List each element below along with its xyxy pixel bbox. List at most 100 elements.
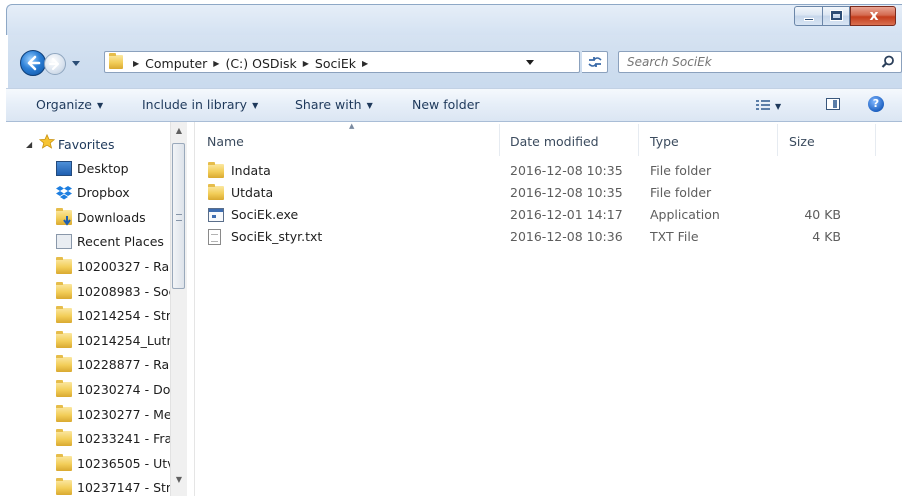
close-icon: x [869, 8, 879, 24]
search-input[interactable] [627, 53, 867, 71]
column-header-size[interactable]: Size [789, 134, 815, 149]
column-divider[interactable] [638, 124, 639, 156]
file-type: File folder [650, 163, 712, 178]
nav-item-folder[interactable]: 10214254_Lutr [6, 329, 176, 354]
column-header-type[interactable]: Type [650, 134, 679, 149]
file-type: Application [650, 207, 720, 222]
nav-item-label: Desktop [77, 160, 129, 176]
column-header-date-modified[interactable]: Date modified [510, 134, 599, 149]
nav-item-folder[interactable]: 10230277 - Me [6, 403, 176, 428]
scroll-down-arrow-icon[interactable]: ▼ [171, 471, 187, 488]
nav-item-label: 10228877 - Rapport [77, 357, 175, 373]
file-row[interactable]: SociEk.exe 2016-12-01 14:17 Application … [195, 204, 902, 226]
minimize-button[interactable] [794, 6, 822, 26]
nav-pane-scrollbar[interactable]: ▲ ▼ [170, 122, 187, 496]
organize-button[interactable]: Organize ▼ [36, 97, 103, 112]
details-view-icon [756, 100, 770, 110]
address-history-dropdown-icon[interactable] [525, 57, 535, 67]
expand-triangle-icon[interactable]: ◢ [26, 140, 32, 149]
share-with-label: Share with [295, 97, 362, 112]
maximize-icon [830, 10, 843, 21]
file-row[interactable]: SociEk_styr.txt 2016-12-08 10:36 TXT Fil… [195, 226, 902, 248]
help-button[interactable]: ? [868, 96, 884, 112]
nav-item-recent-places[interactable]: Recent Places [6, 230, 176, 255]
nav-item-label: 10214254 - Struktur [77, 308, 175, 324]
nav-item-folder[interactable]: 10237147 - Str [6, 476, 176, 496]
recent-pages-dropdown-icon[interactable] [70, 57, 82, 69]
search-box[interactable] [618, 51, 902, 73]
file-size: 40 KB [804, 207, 841, 222]
arrow-left-icon [27, 55, 41, 71]
nav-favorites[interactable]: ◢ Favorites [6, 132, 176, 157]
file-size: 4 KB [812, 229, 841, 244]
recent-places-icon [56, 234, 72, 250]
file-name: Indata [231, 163, 271, 178]
column-divider[interactable] [875, 124, 876, 156]
nav-item-label: 10233241 - Fra [77, 431, 173, 447]
nav-item-folder[interactable]: 10208983 - Social [6, 280, 176, 305]
address-bar[interactable]: ▶ Computer ▶ (C:) OSDisk ▶ SociEk ▶ [104, 51, 580, 73]
back-button[interactable] [20, 50, 46, 76]
nav-item-folder[interactable]: 10230274 - Dok [6, 378, 176, 403]
preview-pane-button[interactable] [826, 98, 840, 110]
file-row[interactable]: Indata 2016-12-08 10:35 File folder [195, 160, 902, 182]
chevron-right-icon[interactable]: ▶ [362, 59, 368, 68]
nav-item-folder[interactable]: 10214254 - Struktur [6, 304, 176, 329]
file-name: SociEk.exe [231, 207, 299, 222]
breadcrumb: ▶ Computer ▶ (C:) OSDisk ▶ SociEk ▶ [127, 54, 374, 72]
share-with-button[interactable]: Share with ▼ [295, 97, 373, 112]
change-view-button[interactable]: ▼ [756, 98, 781, 113]
folder-icon [56, 478, 72, 496]
folder-icon [56, 453, 72, 471]
navigation-bar: ▶ Computer ▶ (C:) OSDisk ▶ SociEk ▶ [6, 44, 902, 82]
search-icon[interactable] [881, 55, 895, 69]
nav-item-folder[interactable]: 10233241 - Fra [6, 427, 176, 452]
nav-item-desktop[interactable]: Desktop [6, 157, 176, 182]
folder-icon [208, 184, 224, 200]
nav-item-folder[interactable]: 10236505 - Utv [6, 452, 176, 477]
breadcrumb-computer[interactable]: Computer [145, 56, 207, 71]
desktop-icon [56, 160, 72, 176]
grip-icon [176, 214, 182, 221]
scrollbar-thumb[interactable] [172, 143, 185, 289]
include-in-library-button[interactable]: Include in library ▼ [142, 97, 258, 112]
folder-icon [56, 404, 72, 422]
chevron-down-icon: ▼ [366, 101, 373, 110]
arrow-right-icon [49, 58, 59, 70]
nav-item-folder[interactable]: 10200327 - Rapport [6, 255, 176, 280]
new-folder-button[interactable]: New folder [412, 97, 480, 112]
column-header-name[interactable]: Name [207, 134, 244, 149]
favorites-label: Favorites [58, 137, 115, 152]
downloads-icon [56, 207, 72, 226]
chevron-right-icon[interactable]: ▶ [133, 59, 139, 68]
close-button[interactable]: x [850, 6, 896, 26]
title-bar[interactable] [6, 4, 902, 35]
breadcrumb-osdisk[interactable]: (C:) OSDisk [225, 56, 296, 71]
file-name: SociEk_styr.txt [231, 229, 323, 244]
chevron-down-icon: ▼ [97, 101, 104, 110]
nav-item-dropbox[interactable]: Dropbox [6, 181, 176, 206]
folder-icon [56, 355, 72, 373]
caption-buttons: x [794, 6, 902, 26]
column-divider[interactable] [777, 124, 778, 156]
application-icon [208, 208, 224, 222]
nav-item-label: 10230274 - Dok [77, 381, 175, 397]
maximize-button[interactable] [822, 6, 850, 26]
folder-icon [56, 306, 72, 324]
nav-item-folder[interactable]: 10228877 - Rapport [6, 353, 176, 378]
file-date-modified: 2016-12-08 10:35 [510, 163, 623, 178]
column-headers: ▲ Name Date modified Type Size [195, 122, 902, 158]
breadcrumb-sociek[interactable]: SociEk [315, 56, 356, 71]
folder-icon [208, 162, 224, 178]
chevron-right-icon[interactable]: ▶ [303, 59, 309, 68]
file-row[interactable]: Utdata 2016-12-08 10:35 File folder [195, 182, 902, 204]
nav-item-downloads[interactable]: Downloads [6, 206, 176, 231]
text-file-icon [208, 229, 221, 245]
folder-icon [56, 429, 72, 447]
file-date-modified: 2016-12-08 10:36 [510, 229, 623, 244]
refresh-button[interactable] [582, 51, 608, 73]
chevron-right-icon[interactable]: ▶ [213, 59, 219, 68]
column-divider[interactable] [499, 124, 500, 156]
scroll-up-arrow-icon[interactable]: ▲ [171, 122, 187, 139]
forward-button[interactable] [44, 53, 66, 75]
